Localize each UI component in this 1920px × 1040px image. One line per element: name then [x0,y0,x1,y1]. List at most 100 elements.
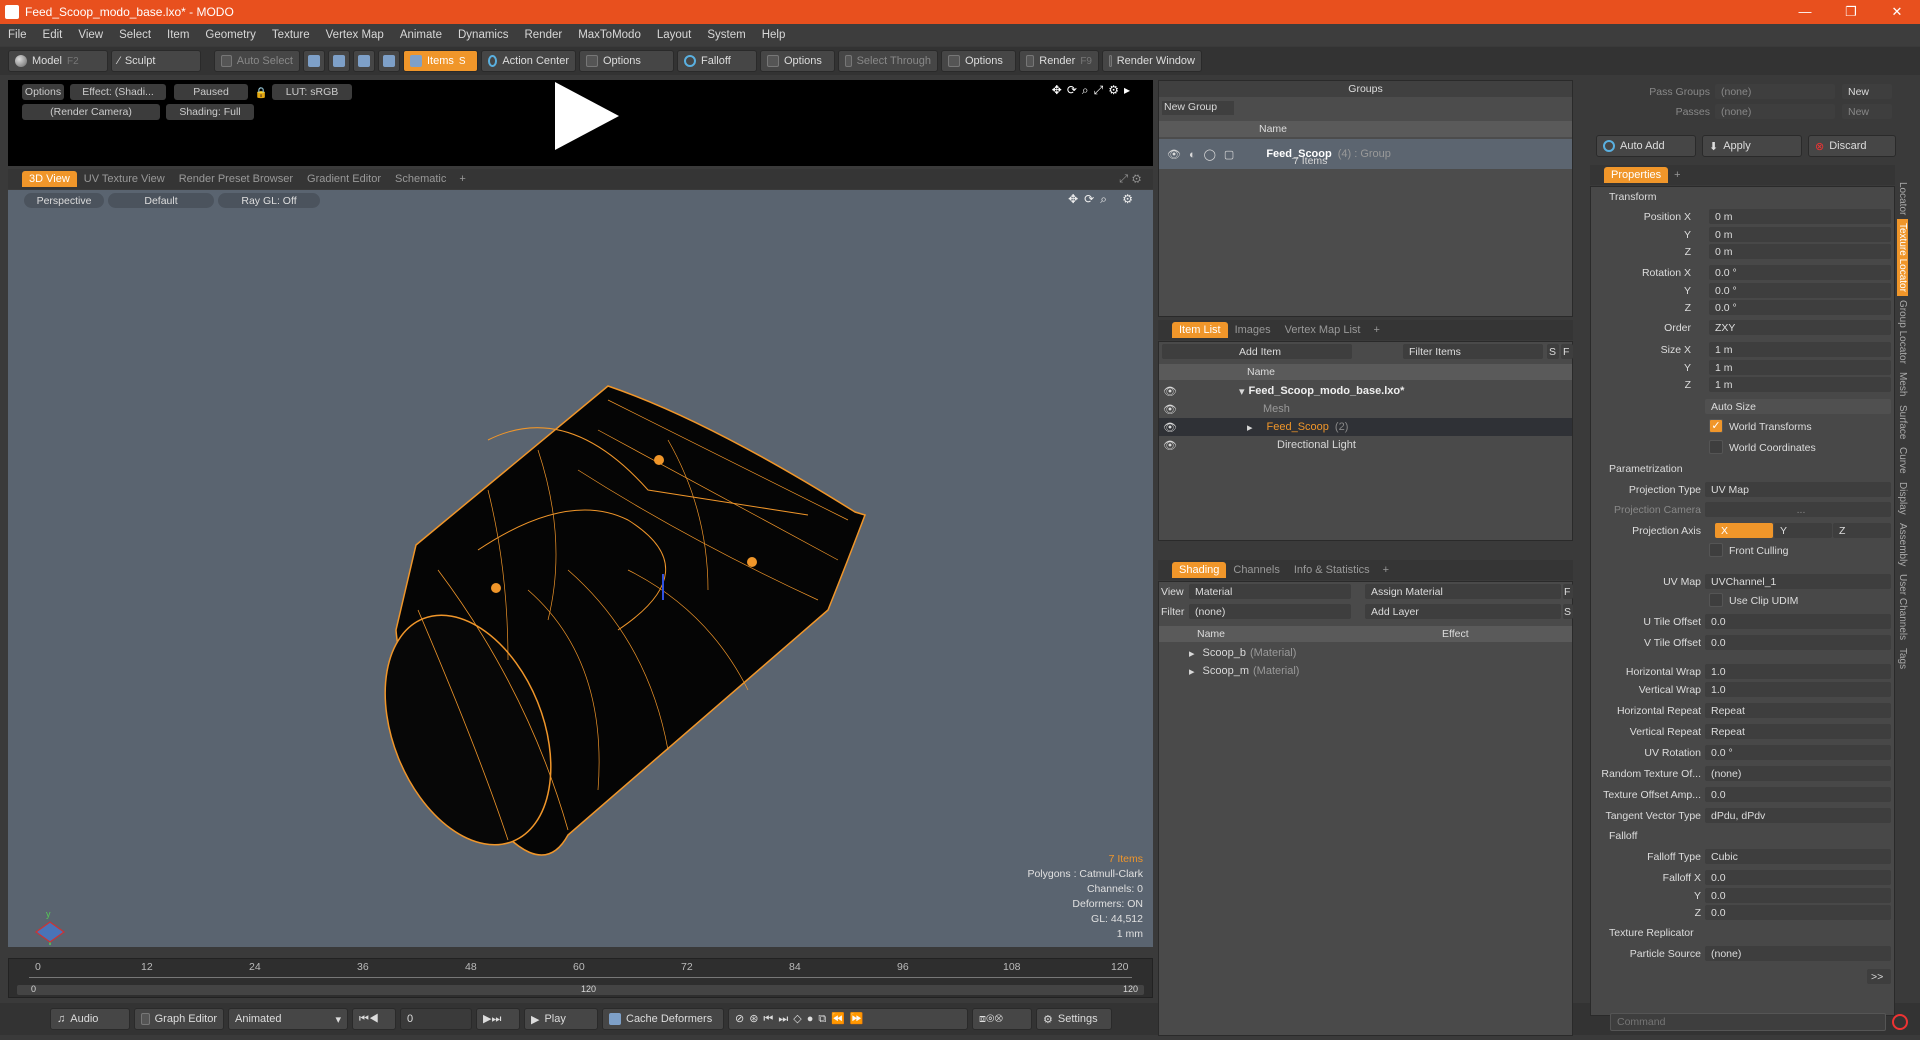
order-dropdown[interactable]: ZXY [1709,320,1891,335]
menu-texture[interactable]: Texture [264,29,318,41]
menu-select[interactable]: Select [111,29,159,41]
add-layer-dropdown[interactable]: Add Layer [1365,604,1561,619]
menu-render[interactable]: Render [516,29,570,41]
camera-dropdown[interactable]: (Render Camera) [22,104,160,120]
size-x-field[interactable]: 1 m [1709,342,1891,357]
projection-axis-z[interactable]: Z [1833,523,1891,538]
action-center-options-button[interactable]: Options [579,50,674,72]
vtab-user-channels[interactable]: User Channels [1897,570,1908,644]
graph-editor-button[interactable]: Graph Editor [134,1008,224,1030]
eye-icon[interactable]: 👁 [1163,421,1247,434]
select-through-options-button[interactable]: Options [941,50,1016,72]
eye-icon[interactable]: 👁 [1163,385,1243,398]
close-button[interactable]: ✕ [1874,4,1920,20]
texture-offset-amp-field[interactable]: 0.0 [1705,787,1891,802]
menu-help[interactable]: Help [754,29,794,41]
size-z-field[interactable]: 1 m [1709,377,1891,392]
shading-s-button[interactable]: S [1563,604,1573,619]
menu-maxtomodo[interactable]: MaxToModo [570,29,649,41]
falloff-type-dropdown[interactable]: Cubic [1705,849,1891,864]
apply-button[interactable]: ⬇ Apply [1702,135,1802,157]
rotation-z-field[interactable]: 0.0 ° [1709,300,1891,315]
world-transforms-checkbox[interactable]: ✓ [1709,419,1723,433]
auto-add-button[interactable]: Auto Add [1596,135,1696,157]
command-input[interactable] [1610,1013,1886,1031]
record-tools[interactable]: ⧈⊚⊗ [972,1008,1032,1030]
new-pass-button[interactable]: New [1842,104,1892,119]
item-s-button[interactable]: S [1547,344,1559,359]
tab-3d-view[interactable]: 3D View [22,171,77,187]
falloff-y-field[interactable]: 0.0 [1705,888,1891,903]
vtab-mesh[interactable]: Mesh [1897,368,1908,400]
list-item[interactable]: 👁 ▾ Feed_Scoop_modo_base.lxo* [1159,382,1572,400]
menu-file[interactable]: File [0,29,35,41]
front-culling-checkbox[interactable] [1709,543,1723,557]
rotation-x-field[interactable]: 0.0 ° [1709,265,1891,280]
tab-schematic[interactable]: Schematic [388,171,453,187]
action-center-button[interactable]: Action Center [481,50,576,72]
use-clip-udim-checkbox[interactable] [1709,593,1723,607]
menu-animate[interactable]: Animate [392,29,450,41]
render-button[interactable]: Render F9 [1019,50,1099,72]
add-tab-button[interactable]: + [1668,169,1686,181]
list-item[interactable]: 👁 Mesh [1159,400,1572,418]
uv-rotation-field[interactable]: 0.0 ° [1705,745,1891,760]
new-group-button[interactable]: New Group [1162,101,1234,115]
group-row[interactable]: 👁◐◯▢ Feed_Scoop (4) : Group [1159,139,1572,169]
tab-vertex-map-list[interactable]: Vertex Map List [1278,322,1368,338]
add-item-button[interactable]: Add Item [1162,344,1352,359]
projection-type-dropdown[interactable]: UV Map [1705,482,1891,497]
menu-geometry[interactable]: Geometry [197,29,264,41]
vtab-display[interactable]: Display [1897,478,1908,519]
size-y-field[interactable]: 1 m [1709,360,1891,375]
new-pass-group-button[interactable]: New [1842,84,1892,99]
add-tab-button[interactable]: + [1377,564,1395,576]
eye-icon[interactable]: 👁 [1163,439,1277,452]
lut-dropdown[interactable]: LUT: sRGB [272,84,352,100]
shading-view-dropdown[interactable]: Material [1189,584,1351,599]
auto-select-button[interactable]: Auto Select [214,50,300,72]
falloff-button[interactable]: Falloff [677,50,757,72]
lock-icon[interactable]: 🔒 [254,84,268,100]
command-stop-icon[interactable] [1892,1014,1908,1030]
transport-end-buttons[interactable]: ▶⏭ [476,1008,520,1030]
chevron-right-icon[interactable]: ▸ [1189,647,1195,660]
transport-start-buttons[interactable]: ⏮◀ [352,1008,396,1030]
minimize-button[interactable]: — [1782,4,1828,20]
polygons-mode-button[interactable] [353,50,375,72]
position-z-field[interactable]: 0 m [1709,244,1891,259]
tangent-vector-dropdown[interactable]: dPdu, dPdv [1705,808,1891,823]
vtab-tags[interactable]: Tags [1897,644,1908,673]
shading-filter-dropdown[interactable]: (none) [1189,604,1351,619]
menu-item[interactable]: Item [159,29,197,41]
menu-layout[interactable]: Layout [649,29,700,41]
feed-scoop-mesh[interactable]: y [8,190,1153,947]
cache-deformers-button[interactable]: Cache Deformers [602,1008,724,1030]
list-item[interactable]: ▸ Scoop_b (Material) [1159,644,1572,662]
animated-dropdown[interactable]: Animated ▾ [228,1008,348,1030]
effect-dropdown[interactable]: Effect: (Shadi... [70,84,166,100]
preview-options-button[interactable]: Options [22,84,64,100]
position-x-field[interactable]: 0 m [1709,209,1891,224]
chevron-right-icon[interactable]: ▸ [1189,665,1195,678]
play-icon[interactable] [555,82,619,150]
vtab-locator[interactable]: Locator [1897,178,1908,219]
projection-axis-x[interactable]: X [1715,523,1773,538]
tab-properties[interactable]: Properties [1604,167,1669,183]
sculpt-button[interactable]: ⁄ Sculpt [111,50,201,72]
uv-map-dropdown[interactable]: UVChannel_1 [1705,574,1891,589]
menu-view[interactable]: View [70,29,111,41]
vertices-mode-button[interactable] [303,50,325,72]
passes-dropdown[interactable]: (none) [1715,104,1835,119]
tab-uv-texture-view[interactable]: UV Texture View [77,171,172,187]
settings-button[interactable]: ⚙ Settings [1036,1008,1112,1030]
timeline[interactable]: 0 12 24 36 48 60 72 84 96 108 120 0 120 … [8,958,1153,998]
tab-item-list[interactable]: Item List [1172,322,1228,338]
tab-images[interactable]: Images [1228,322,1278,338]
tab-shading[interactable]: Shading [1172,562,1227,578]
position-y-field[interactable]: 0 m [1709,227,1891,242]
maximize-button[interactable]: ❐ [1828,4,1874,20]
projection-axis-y[interactable]: Y [1774,523,1832,538]
falloff-z-field[interactable]: 0.0 [1705,905,1891,920]
world-coordinates-checkbox[interactable] [1709,440,1723,454]
